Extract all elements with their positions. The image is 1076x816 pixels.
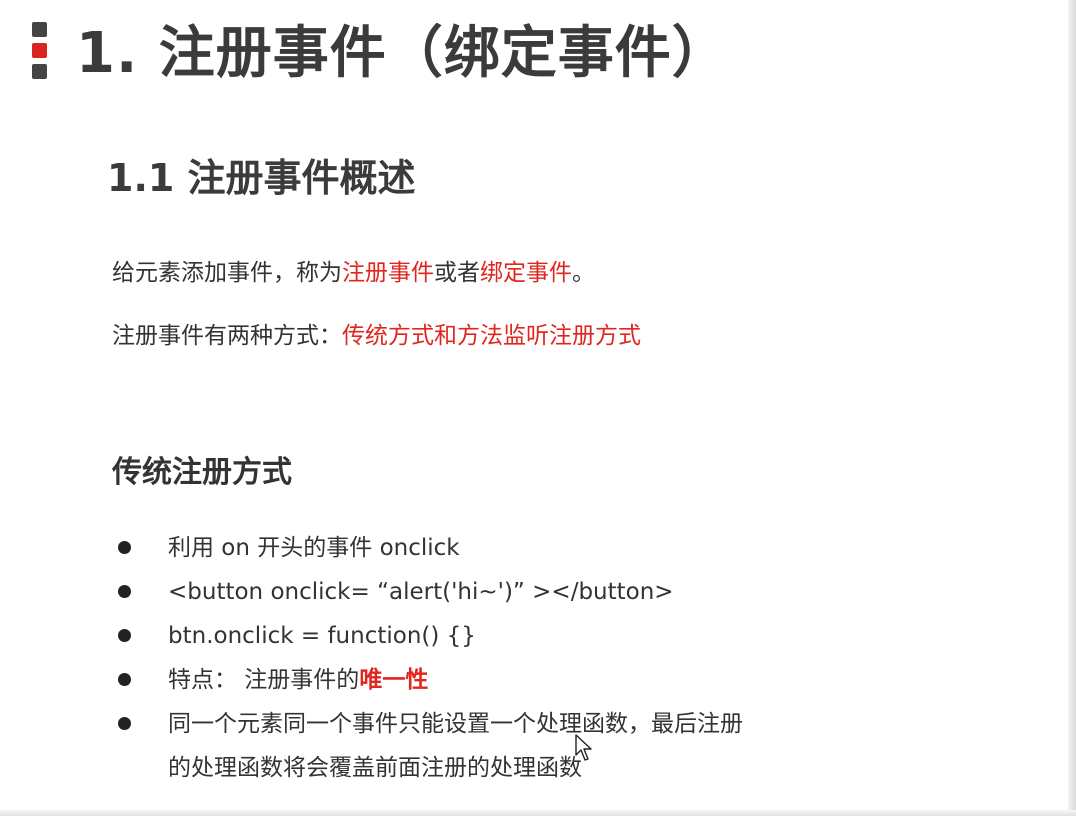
bullet-dot-icon — [118, 629, 131, 642]
intro-line-1-suffix: 。 — [572, 260, 595, 286]
bullet-dot-icon — [118, 541, 131, 554]
list-item: 特点： 注册事件的唯一性 — [112, 658, 752, 702]
bullet-text: 利用 on 开头的事件 onclick — [168, 535, 460, 561]
intro-highlight-register: 注册事件 — [342, 260, 434, 286]
page-bottom-edge — [0, 810, 1076, 816]
intro-line-2-prefix: 注册事件有两种方式： — [112, 323, 342, 349]
list-item: 利用 on 开头的事件 onclick — [112, 526, 752, 570]
bullet-dot-icon — [118, 673, 131, 686]
bullet-dot-icon — [118, 585, 131, 598]
traditional-heading: 传统注册方式 — [112, 455, 292, 490]
traditional-bullet-list: 利用 on 开头的事件 onclick <button onclick= “al… — [112, 526, 752, 790]
bullet-text: 特点： 注册事件的 — [168, 667, 360, 693]
list-item: 同一个元素同一个事件只能设置一个处理函数，最后注册的处理函数将会覆盖前面注册的处… — [112, 702, 752, 790]
bullet-text: btn.onclick = function() {} — [168, 623, 476, 649]
page-right-edge — [1068, 0, 1076, 816]
marker-block-bottom — [32, 64, 47, 79]
title-marker — [32, 22, 48, 82]
bullet-dot-icon — [118, 717, 131, 730]
bullet-text: 同一个元素同一个事件只能设置一个处理函数，最后注册的处理函数将会覆盖前面注册的处… — [168, 711, 743, 781]
list-item: btn.onclick = function() {} — [112, 614, 752, 658]
intro-highlight-bind: 绑定事件 — [480, 260, 572, 286]
uniqueness-emphasis: 唯一性 — [359, 667, 429, 693]
intro-line-2: 注册事件有两种方式：传统方式和方法监听注册方式 — [112, 318, 641, 354]
page-title: 1. 注册事件（绑定事件） — [76, 21, 729, 86]
marker-block-top — [32, 22, 47, 37]
mouse-cursor-icon — [575, 734, 592, 761]
bullet-text: <button onclick= “alert('hi~')” ></butto… — [168, 579, 674, 605]
intro-highlight-methods: 传统方式和方法监听注册方式 — [342, 323, 641, 349]
section-subtitle: 1.1 注册事件概述 — [107, 156, 416, 200]
intro-line-1: 给元素添加事件，称为注册事件或者绑定事件。 — [112, 255, 595, 291]
intro-line-1-prefix: 给元素添加事件，称为 — [112, 260, 342, 286]
intro-line-1-middle: 或者 — [434, 260, 480, 286]
list-item: <button onclick= “alert('hi~')” ></butto… — [112, 570, 752, 614]
marker-block-middle — [32, 43, 47, 58]
